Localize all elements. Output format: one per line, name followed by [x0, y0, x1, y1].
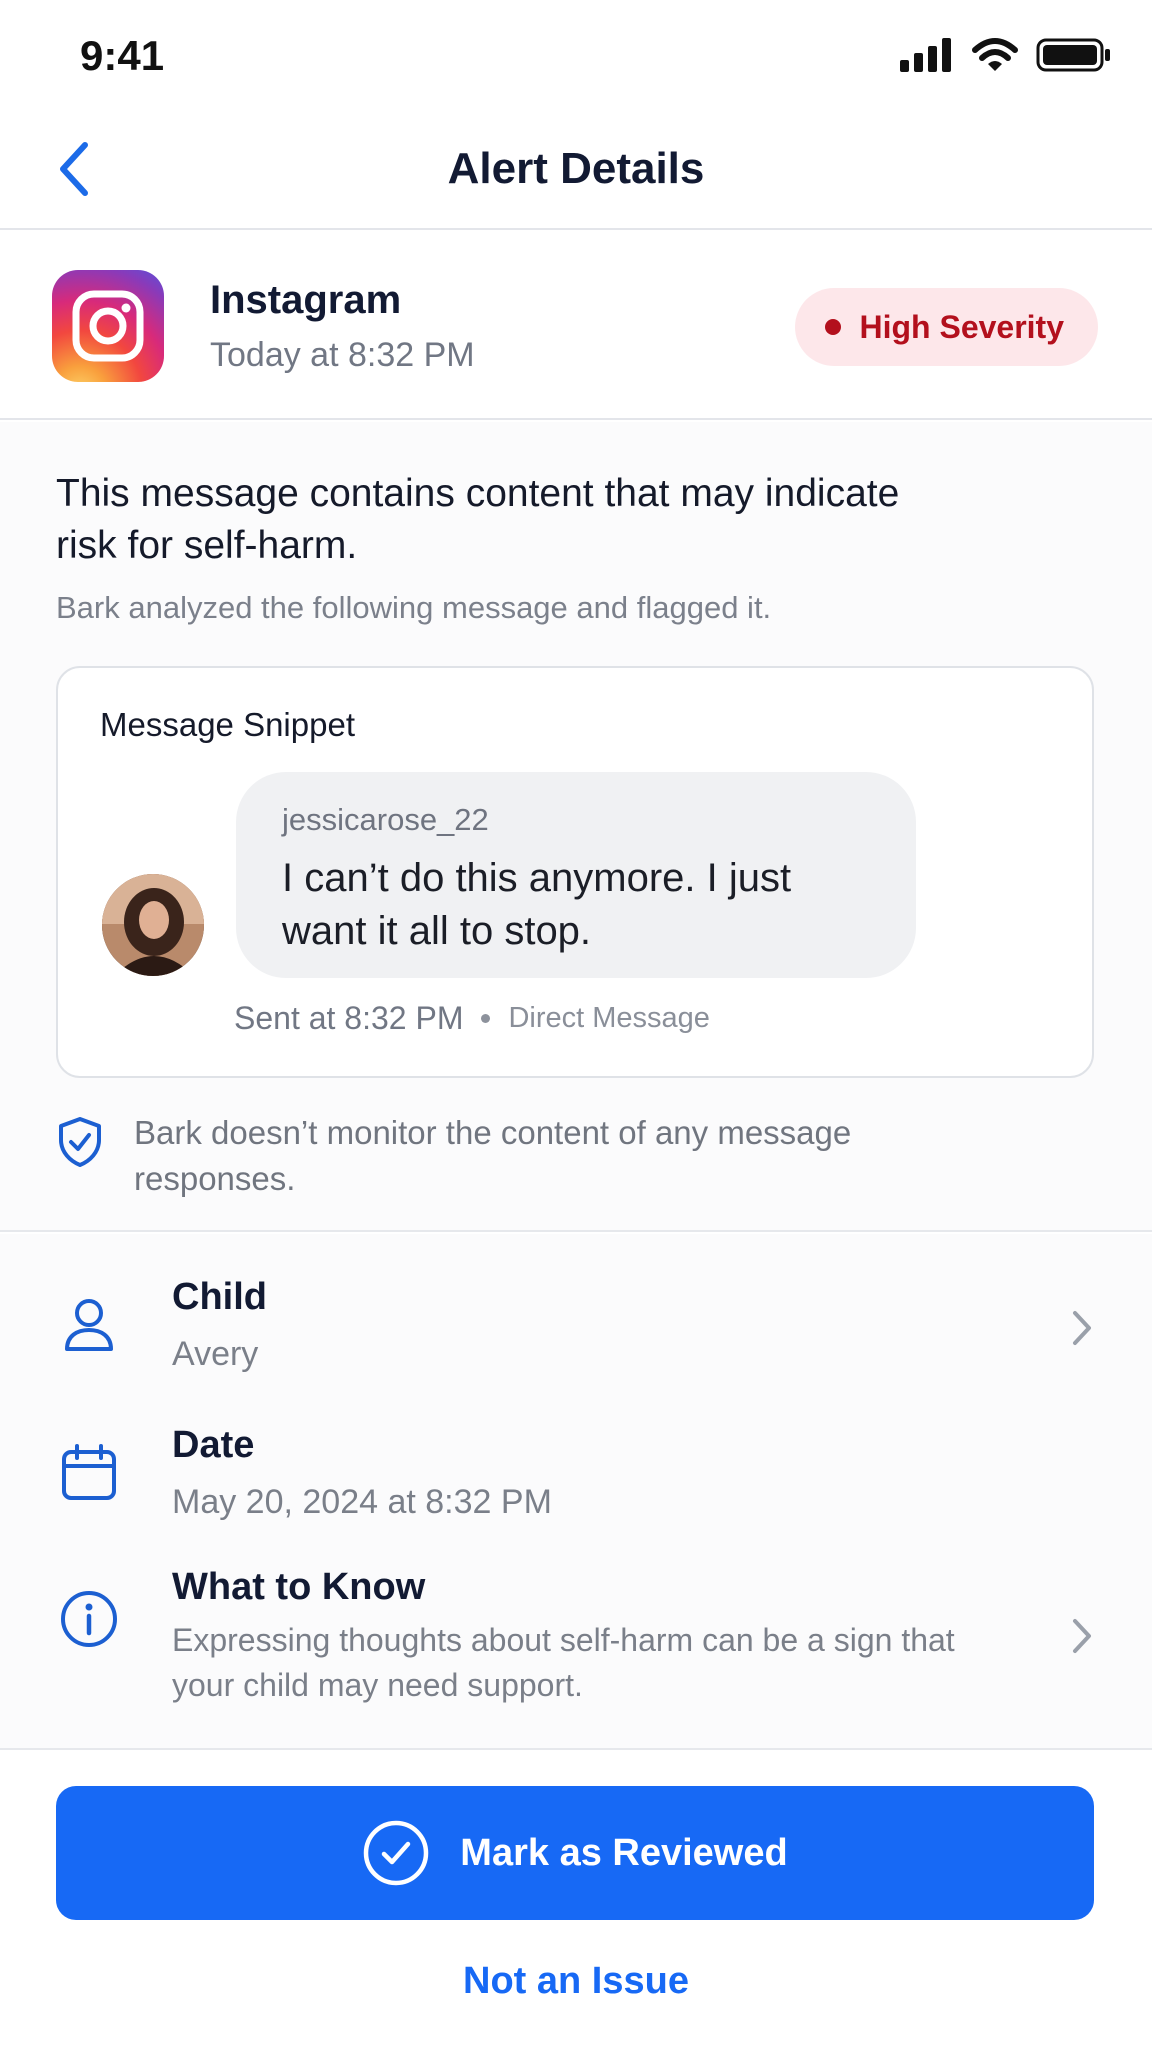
app-name: Instagram: [210, 278, 402, 322]
signal-icon: [900, 38, 951, 72]
info-icon: [61, 1591, 117, 1647]
alert-subline: Bark analyzed the following message and …: [56, 590, 772, 625]
check-circle-icon: [364, 1820, 429, 1886]
severity-badge: High Severity: [795, 288, 1098, 366]
message-sent-time: Sent at 8:32 PM: [234, 1000, 464, 1036]
status-bar: 9:41: [0, 0, 1152, 110]
separator-dot: [481, 1014, 491, 1023]
calendar-icon: [62, 1444, 116, 1500]
message-bubble: jessicarose_22 I can’t do this anymore. …: [236, 772, 916, 978]
mark-as-reviewed-label: Mark as Reviewed: [460, 1831, 788, 1874]
details-list: Child Avery Date May 20, 2024 at 8:32 PM…: [0, 1234, 1152, 1750]
camera-glyph-icon: [72, 290, 144, 362]
chevron-right-icon: [1073, 1311, 1091, 1345]
detail-value: May 20, 2024 at 8:32 PM: [172, 1483, 552, 1521]
detail-row-date: Date May 20, 2024 at 8:32 PM: [0, 1420, 1152, 1540]
severity-label: High Severity: [859, 308, 1064, 345]
chevron-right-icon: [1073, 1619, 1091, 1653]
snippet-title: Message Snippet: [100, 706, 355, 743]
message-meta: Sent at 8:32 PM Direct Message: [234, 1000, 710, 1037]
severity-dot-icon: [825, 319, 842, 335]
detail-title: What to Know: [172, 1566, 426, 1608]
mark-as-reviewed-button[interactable]: Mark as Reviewed: [56, 1786, 1094, 1920]
shield-check-icon: [59, 1117, 101, 1167]
status-time: 9:41: [80, 32, 165, 79]
alert-headline: This message contains content that may i…: [56, 472, 900, 567]
alert-header: Instagram Today at 8:32 PM High Severity: [0, 230, 1152, 420]
avatar: [102, 874, 204, 976]
detail-row-child[interactable]: Child Avery: [0, 1272, 1152, 1392]
instagram-icon: [52, 270, 164, 382]
detail-value: Avery: [172, 1335, 259, 1373]
wifi-icon: [972, 38, 1018, 71]
alert-time: Today at 8:32 PM: [210, 336, 475, 374]
alert-content: This message contains content that may i…: [0, 422, 1152, 1232]
bottom-actions: Mark as Reviewed Not an Issue: [0, 1752, 1152, 2048]
privacy-text: Bark doesn’t monitor the content of any …: [134, 1114, 852, 1197]
avatar-photo-icon: [102, 874, 204, 976]
status-icons: [900, 38, 1112, 72]
message-snippet-card: Message Snippet jessicarose_22 I can’t d…: [56, 666, 1094, 1078]
user-icon: [65, 1299, 113, 1351]
nav-bar: Alert Details: [0, 110, 1152, 230]
detail-row-what-to-know[interactable]: What to Know Expressing thoughts about s…: [0, 1566, 1152, 1716]
message-type: Direct Message: [508, 1002, 710, 1034]
page-title: Alert Details: [447, 144, 705, 193]
detail-title: Child: [172, 1276, 267, 1318]
battery-icon: [1036, 38, 1110, 72]
message-text: I can’t do this anymore. I just want it …: [282, 856, 792, 953]
detail-value: Expressing thoughts about self-harm can …: [172, 1622, 955, 1703]
detail-title: Date: [172, 1424, 255, 1466]
message-username: jessicarose_22: [282, 802, 489, 837]
not-an-issue-button[interactable]: Not an Issue: [0, 1960, 1152, 2003]
